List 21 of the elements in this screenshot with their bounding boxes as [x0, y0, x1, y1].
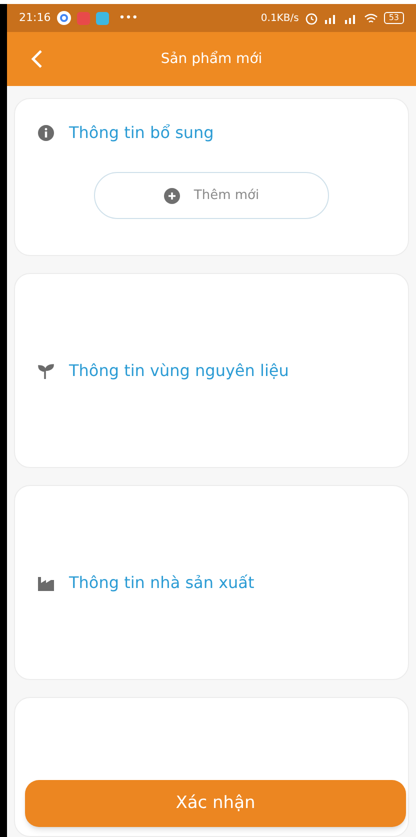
screen-title: Sản phẩm mới [160, 50, 262, 68]
add-new-button[interactable]: Thêm mới [94, 172, 329, 219]
plus-circle-icon [164, 188, 180, 204]
battery-indicator: 53 [384, 12, 404, 24]
back-icon[interactable] [31, 49, 43, 69]
wifi-icon [364, 12, 378, 24]
signal-icon [324, 12, 338, 24]
signal-icon [344, 12, 358, 24]
more-notifications: ••• [118, 10, 138, 26]
status-time: 21:16 [19, 10, 51, 26]
info-icon [37, 124, 55, 142]
app-icon [76, 12, 90, 24]
alarm-icon [304, 12, 318, 24]
checkmark-app-icon [96, 12, 109, 24]
section-title: Thông tin vùng nguyên liệu [69, 360, 289, 382]
section-title: Thông tin nhà sản xuất [69, 572, 254, 594]
sprout-icon [37, 362, 55, 380]
network-speed: 0.1KB/s [260, 12, 299, 26]
confirm-button[interactable]: Xác nhận [25, 780, 406, 827]
factory-icon [37, 574, 55, 590]
section-title: Thông tin bổ sung [69, 122, 214, 144]
